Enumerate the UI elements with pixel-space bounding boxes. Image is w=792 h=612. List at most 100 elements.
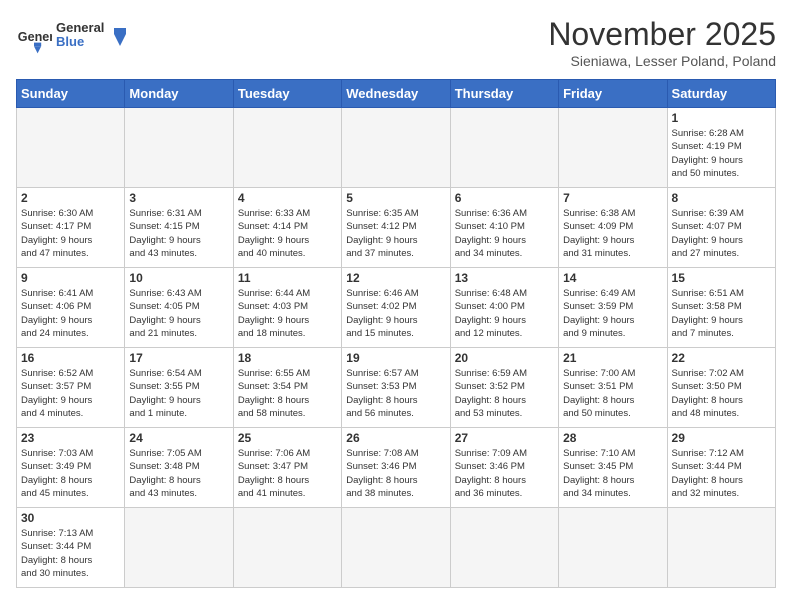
day-number: 7 — [563, 191, 662, 205]
calendar-cell — [667, 508, 775, 588]
day-number: 25 — [238, 431, 337, 445]
calendar-cell: 23 Sunrise: 7:03 AM Sunset: 3:49 PM Dayli… — [17, 428, 125, 508]
weekday-header-thursday: Thursday — [450, 80, 558, 108]
day-info: Sunrise: 6:33 AM Sunset: 4:14 PM Dayligh… — [238, 207, 337, 260]
day-info: Sunrise: 7:12 AM Sunset: 3:44 PM Dayligh… — [672, 447, 771, 500]
page-header: General General Blue November 2025 Sieni… — [16, 16, 776, 69]
day-number: 2 — [21, 191, 120, 205]
day-number: 22 — [672, 351, 771, 365]
day-info: Sunrise: 6:43 AM Sunset: 4:05 PM Dayligh… — [129, 287, 228, 340]
calendar-cell: 14Sunrise: 6:49 AM Sunset: 3:59 PM Dayli… — [559, 268, 667, 348]
week-row-3: 9Sunrise: 6:41 AM Sunset: 4:06 PM Daylig… — [17, 268, 776, 348]
day-info: Sunrise: 6:57 AM Sunset: 3:53 PM Dayligh… — [346, 367, 445, 420]
day-info: Sunrise: 6:52 AM Sunset: 3:57 PM Dayligh… — [21, 367, 120, 420]
svg-text:Blue: Blue — [56, 34, 84, 49]
calendar-cell — [125, 508, 233, 588]
week-row-2: 2Sunrise: 6:30 AM Sunset: 4:17 PM Daylig… — [17, 188, 776, 268]
calendar-table: SundayMondayTuesdayWednesdayThursdayFrid… — [16, 79, 776, 588]
calendar-cell: 28 Sunrise: 7:10 AM Sunset: 3:45 PM Dayli… — [559, 428, 667, 508]
calendar-cell — [125, 108, 233, 188]
calendar-cell: 8 Sunrise: 6:39 AM Sunset: 4:07 PM Daylig… — [667, 188, 775, 268]
day-info: Sunrise: 6:35 AM Sunset: 4:12 PM Dayligh… — [346, 207, 445, 260]
calendar-cell: 29 Sunrise: 7:12 AM Sunset: 3:44 PM Dayli… — [667, 428, 775, 508]
week-row-5: 23 Sunrise: 7:03 AM Sunset: 3:49 PM Dayli… — [17, 428, 776, 508]
logo: General General Blue — [16, 16, 136, 61]
logo-text: General Blue — [56, 16, 136, 61]
calendar-cell — [233, 108, 341, 188]
day-number: 11 — [238, 271, 337, 285]
day-number: 21 — [563, 351, 662, 365]
day-info: Sunrise: 7:08 AM Sunset: 3:46 PM Dayligh… — [346, 447, 445, 500]
day-info: Sunrise: 6:59 AM Sunset: 3:52 PM Dayligh… — [455, 367, 554, 420]
day-number: 18 — [238, 351, 337, 365]
day-number: 17 — [129, 351, 228, 365]
weekday-header-wednesday: Wednesday — [342, 80, 450, 108]
day-number: 13 — [455, 271, 554, 285]
weekday-header-row: SundayMondayTuesdayWednesdayThursdayFrid… — [17, 80, 776, 108]
day-number: 8 — [672, 191, 771, 205]
calendar-cell — [450, 508, 558, 588]
day-number: 3 — [129, 191, 228, 205]
calendar-cell: 2Sunrise: 6:30 AM Sunset: 4:17 PM Daylig… — [17, 188, 125, 268]
day-number: 28 — [563, 431, 662, 445]
calendar-cell — [559, 108, 667, 188]
calendar-cell — [342, 508, 450, 588]
week-row-6: 30Sunrise: 7:13 AM Sunset: 3:44 PM Dayli… — [17, 508, 776, 588]
day-info: Sunrise: 6:28 AM Sunset: 4:19 PM Dayligh… — [672, 127, 771, 180]
calendar-cell: 19 Sunrise: 6:57 AM Sunset: 3:53 PM Dayli… — [342, 348, 450, 428]
weekday-header-friday: Friday — [559, 80, 667, 108]
calendar-cell: 13Sunrise: 6:48 AM Sunset: 4:00 PM Dayli… — [450, 268, 558, 348]
day-info: Sunrise: 7:13 AM Sunset: 3:44 PM Dayligh… — [21, 527, 120, 580]
calendar-subtitle: Sieniawa, Lesser Poland, Poland — [548, 53, 776, 69]
day-number: 19 — [346, 351, 445, 365]
week-row-4: 16 Sunrise: 6:52 AM Sunset: 3:57 PM Dayli… — [17, 348, 776, 428]
day-number: 15 — [672, 271, 771, 285]
calendar-cell: 7 Sunrise: 6:38 AM Sunset: 4:09 PM Daylig… — [559, 188, 667, 268]
title-block: November 2025 Sieniawa, Lesser Poland, P… — [548, 16, 776, 69]
day-number: 12 — [346, 271, 445, 285]
weekday-header-tuesday: Tuesday — [233, 80, 341, 108]
day-info: Sunrise: 6:51 AM Sunset: 3:58 PM Dayligh… — [672, 287, 771, 340]
calendar-title: November 2025 — [548, 16, 776, 53]
calendar-cell — [233, 508, 341, 588]
day-number: 27 — [455, 431, 554, 445]
logo-icon: General — [16, 21, 52, 57]
calendar-cell: 1 Sunrise: 6:28 AM Sunset: 4:19 PM Daylig… — [667, 108, 775, 188]
day-info: Sunrise: 6:38 AM Sunset: 4:09 PM Dayligh… — [563, 207, 662, 260]
weekday-header-monday: Monday — [125, 80, 233, 108]
day-number: 9 — [21, 271, 120, 285]
day-info: Sunrise: 6:55 AM Sunset: 3:54 PM Dayligh… — [238, 367, 337, 420]
day-info: Sunrise: 7:00 AM Sunset: 3:51 PM Dayligh… — [563, 367, 662, 420]
calendar-cell — [342, 108, 450, 188]
calendar-cell: 30Sunrise: 7:13 AM Sunset: 3:44 PM Dayli… — [17, 508, 125, 588]
weekday-header-saturday: Saturday — [667, 80, 775, 108]
day-info: Sunrise: 7:02 AM Sunset: 3:50 PM Dayligh… — [672, 367, 771, 420]
weekday-header-sunday: Sunday — [17, 80, 125, 108]
day-info: Sunrise: 6:39 AM Sunset: 4:07 PM Dayligh… — [672, 207, 771, 260]
day-info: Sunrise: 6:54 AM Sunset: 3:55 PM Dayligh… — [129, 367, 228, 420]
day-info: Sunrise: 7:03 AM Sunset: 3:49 PM Dayligh… — [21, 447, 120, 500]
day-info: Sunrise: 7:10 AM Sunset: 3:45 PM Dayligh… — [563, 447, 662, 500]
day-number: 1 — [672, 111, 771, 125]
calendar-cell: 12Sunrise: 6:46 AM Sunset: 4:02 PM Dayli… — [342, 268, 450, 348]
day-number: 16 — [21, 351, 120, 365]
calendar-cell: 4Sunrise: 6:33 AM Sunset: 4:14 PM Daylig… — [233, 188, 341, 268]
day-number: 23 — [21, 431, 120, 445]
day-info: Sunrise: 6:31 AM Sunset: 4:15 PM Dayligh… — [129, 207, 228, 260]
day-info: Sunrise: 7:06 AM Sunset: 3:47 PM Dayligh… — [238, 447, 337, 500]
calendar-cell: 3 Sunrise: 6:31 AM Sunset: 4:15 PM Daylig… — [125, 188, 233, 268]
calendar-cell: 21 Sunrise: 7:00 AM Sunset: 3:51 PM Dayli… — [559, 348, 667, 428]
day-number: 6 — [455, 191, 554, 205]
day-info: Sunrise: 7:09 AM Sunset: 3:46 PM Dayligh… — [455, 447, 554, 500]
calendar-cell: 25 Sunrise: 7:06 AM Sunset: 3:47 PM Dayli… — [233, 428, 341, 508]
svg-text:General: General — [18, 29, 52, 43]
calendar-cell: 9Sunrise: 6:41 AM Sunset: 4:06 PM Daylig… — [17, 268, 125, 348]
calendar-cell — [17, 108, 125, 188]
calendar-cell: 6 Sunrise: 6:36 AM Sunset: 4:10 PM Daylig… — [450, 188, 558, 268]
day-number: 29 — [672, 431, 771, 445]
day-info: Sunrise: 6:36 AM Sunset: 4:10 PM Dayligh… — [455, 207, 554, 260]
calendar-cell: 10Sunrise: 6:43 AM Sunset: 4:05 PM Dayli… — [125, 268, 233, 348]
calendar-cell: 17 Sunrise: 6:54 AM Sunset: 3:55 PM Dayli… — [125, 348, 233, 428]
calendar-cell: 26Sunrise: 7:08 AM Sunset: 3:46 PM Dayli… — [342, 428, 450, 508]
svg-text:General: General — [56, 20, 104, 35]
